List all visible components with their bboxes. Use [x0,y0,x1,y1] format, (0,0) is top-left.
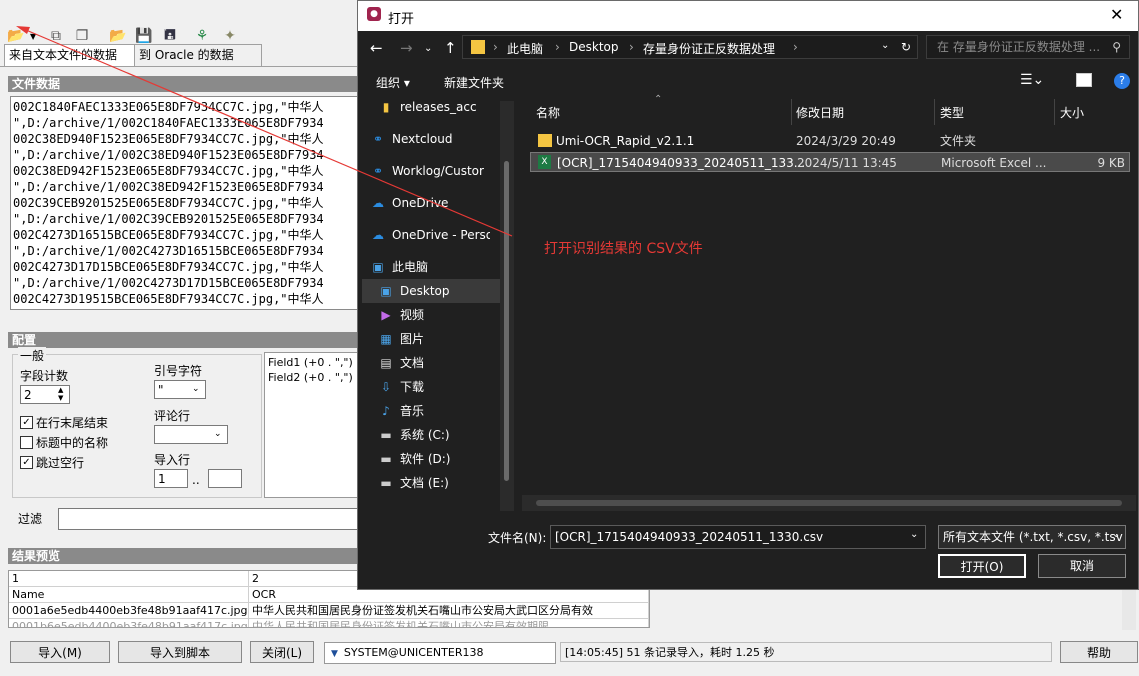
annotation-text: 打开识别结果的 CSV文件 [544,241,703,257]
annotation-arrow [16,26,513,237]
